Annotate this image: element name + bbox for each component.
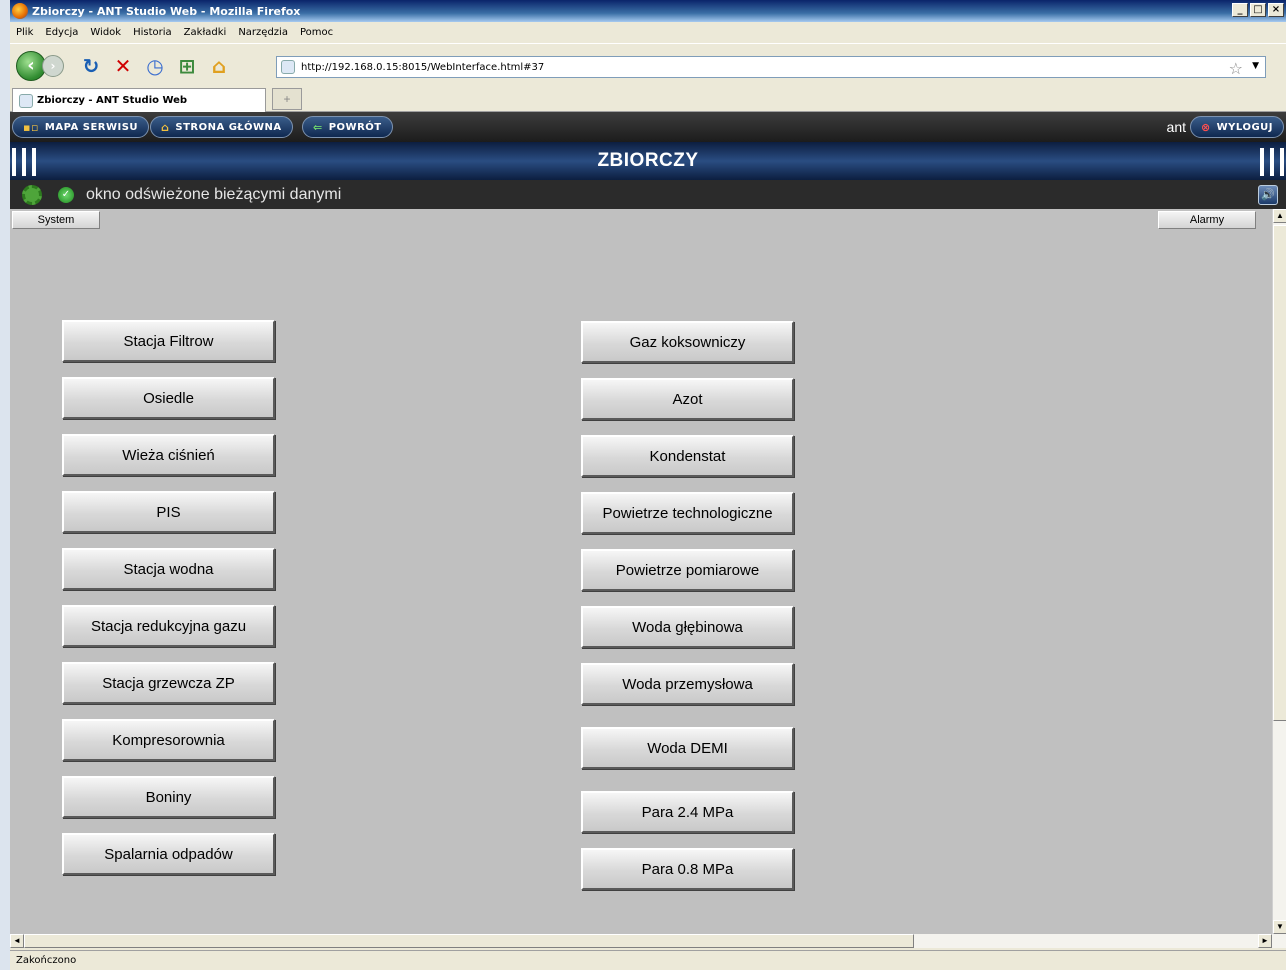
btn-gaz-koksowniczy[interactable]: Gaz koksowniczy xyxy=(581,321,794,363)
home-icon[interactable]: ⌂ xyxy=(206,53,232,79)
refresh-status-row: ✓ okno odświeżone bieżącymi danymi 🔊 xyxy=(10,180,1286,209)
btn-woda-glebinowa[interactable]: Woda głębinowa xyxy=(581,606,794,648)
firefox-icon xyxy=(12,3,28,19)
menu-edit[interactable]: Edycja xyxy=(45,27,78,38)
menu-history[interactable]: Historia xyxy=(133,27,172,38)
menu-help[interactable]: Pomoc xyxy=(300,27,333,38)
btn-stacja-filtrow[interactable]: Stacja Filtrow xyxy=(62,320,275,362)
stop-icon[interactable]: ✕ xyxy=(110,53,136,79)
btn-kondenstat[interactable]: Kondenstat xyxy=(581,435,794,477)
app-header: ▪▫ MAPA SERWISU ⌂ STRONA GŁÓWNA ⇐ POWRÓT… xyxy=(10,112,1286,142)
system-button[interactable]: System xyxy=(12,211,100,229)
horizontal-scroll-thumb[interactable] xyxy=(24,934,914,948)
browser-window: Zbiorczy - ANT Studio Web - Mozilla Fire… xyxy=(10,0,1286,970)
site-map-button[interactable]: ▪▫ MAPA SERWISU xyxy=(12,116,150,138)
scroll-left-icon[interactable]: ◄ xyxy=(10,934,24,948)
tab-title: Zbiorczy - ANT Studio Web xyxy=(37,95,188,106)
btn-stacja-wodna[interactable]: Stacja wodna xyxy=(62,548,275,590)
horizontal-scrollbar[interactable]: ◄ ► xyxy=(10,934,1286,948)
btn-osiedle[interactable]: Osiedle xyxy=(62,377,275,419)
btn-stacja-grzewcza-zp[interactable]: Stacja grzewcza ZP xyxy=(62,662,275,704)
left-stripes-decoration xyxy=(12,148,36,176)
main-content: System Alarmy Stacja Filtrow Osiedle Wie… xyxy=(10,209,1272,934)
minimize-button[interactable]: _ xyxy=(1232,3,1248,17)
site-identity-icon[interactable] xyxy=(281,60,295,74)
bookmark-star-icon[interactable]: ☆ xyxy=(1229,59,1243,78)
btn-powietrze-technologiczne[interactable]: Powietrze technologiczne xyxy=(581,492,794,534)
vertical-scroll-thumb[interactable] xyxy=(1273,225,1286,721)
new-tab-button[interactable]: + xyxy=(272,88,302,110)
window-title-bar: Zbiorczy - ANT Studio Web - Mozilla Fire… xyxy=(10,0,1286,22)
browser-status-text: Zakończono xyxy=(16,955,77,966)
close-window-button[interactable]: × xyxy=(1268,3,1284,17)
navigation-toolbar: ‹ › ↻ ✕ ◷ ⊞ ⌂ http://192.168.0.15:8015/W… xyxy=(10,46,1286,86)
logout-button[interactable]: ⊗ WYLOGUJ xyxy=(1189,116,1284,138)
address-bar[interactable]: http://192.168.0.15:8015/WebInterface.ht… xyxy=(276,56,1266,78)
btn-kompresorownia[interactable]: Kompresorownia xyxy=(62,719,275,761)
scroll-up-icon[interactable]: ▲ xyxy=(1273,209,1286,223)
forward-arrow-icon[interactable]: › xyxy=(42,55,64,77)
home-page-button[interactable]: ⌂ STRONA GŁÓWNA xyxy=(150,116,293,138)
url-dropdown-icon[interactable]: ▼ xyxy=(1252,61,1259,71)
menu-file[interactable]: Plik xyxy=(16,27,33,38)
back-button[interactable]: ⇐ POWRÓT xyxy=(302,116,393,138)
maximize-button[interactable]: □ xyxy=(1250,3,1266,17)
btn-boniny[interactable]: Boniny xyxy=(62,776,275,818)
btn-para-2-4-mpa[interactable]: Para 2.4 MPa xyxy=(581,791,794,833)
window-title: Zbiorczy - ANT Studio Web - Mozilla Fire… xyxy=(32,4,301,18)
btn-pis[interactable]: PIS xyxy=(62,491,275,533)
btn-powietrze-pomiarowe[interactable]: Powietrze pomiarowe xyxy=(581,549,794,591)
right-stripes-decoration xyxy=(1260,148,1284,176)
back-arrow-icon: ⇐ xyxy=(313,120,323,134)
check-icon: ✓ xyxy=(58,186,74,203)
logout-x-icon: ⊗ xyxy=(1200,120,1211,134)
gear-icon[interactable] xyxy=(22,184,42,205)
scroll-down-icon[interactable]: ▼ xyxy=(1273,920,1286,934)
house-icon: ⌂ xyxy=(161,120,170,134)
btn-woda-przemyslowa[interactable]: Woda przemysłowa xyxy=(581,663,794,705)
btn-wieza-cisnien[interactable]: Wieża ciśnień xyxy=(62,434,275,476)
page-title: ZBIORCZY xyxy=(597,150,699,171)
menu-bar: Plik Edycja Widok Historia Zakładki Narz… xyxy=(10,22,1286,44)
browser-status-bar: Zakończono xyxy=(10,950,1286,970)
alarms-button[interactable]: Alarmy xyxy=(1158,211,1256,229)
scroll-right-icon[interactable]: ► xyxy=(1258,934,1272,948)
vertical-scrollbar[interactable]: ▲ ▼ xyxy=(1272,209,1286,934)
reload-icon[interactable]: ↻ xyxy=(78,53,104,79)
tab-zbiorczy[interactable]: Zbiorczy - ANT Studio Web xyxy=(12,88,266,112)
menu-bookmarks[interactable]: Zakładki xyxy=(184,27,227,38)
page-title-bar: ZBIORCZY xyxy=(10,142,1286,180)
btn-spalarnia-odpadow[interactable]: Spalarnia odpadów xyxy=(62,833,275,875)
sitemap-icon: ▪▫ xyxy=(23,120,39,134)
menu-view[interactable]: Widok xyxy=(90,27,121,38)
url-text[interactable]: http://192.168.0.15:8015/WebInterface.ht… xyxy=(301,62,544,73)
username-label: ant xyxy=(1166,119,1186,135)
tab-bar: Zbiorczy - ANT Studio Web + xyxy=(10,86,1286,112)
add-bookmark-icon[interactable]: ⊞ xyxy=(174,53,200,79)
speaker-icon[interactable]: 🔊 xyxy=(1258,185,1278,205)
btn-woda-demi[interactable]: Woda DEMI xyxy=(581,727,794,769)
tab-favicon-icon xyxy=(19,93,33,108)
btn-para-0-8-mpa[interactable]: Para 0.8 MPa xyxy=(581,848,794,890)
refresh-status-message: okno odświeżone bieżącymi danymi xyxy=(86,185,342,203)
menu-tools[interactable]: Narzędzia xyxy=(238,27,288,38)
history-clock-icon[interactable]: ◷ xyxy=(142,53,168,79)
btn-azot[interactable]: Azot xyxy=(581,378,794,420)
btn-stacja-redukcyjna-gazu[interactable]: Stacja redukcyjna gazu xyxy=(62,605,275,647)
